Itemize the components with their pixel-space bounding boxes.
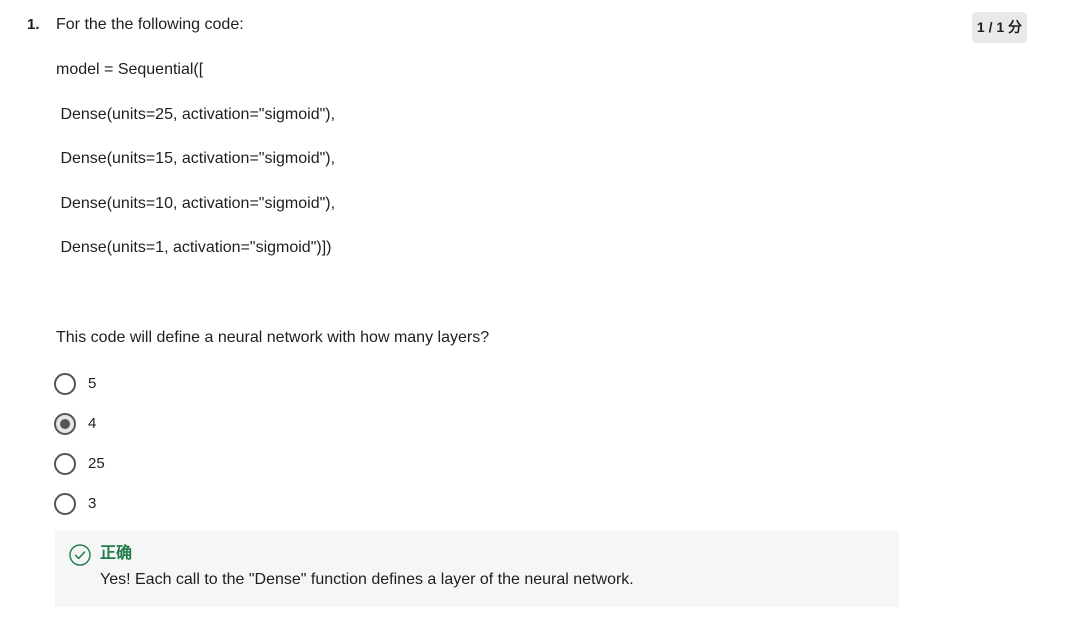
code-line: Dense(units=10, activation="sigmoid"), xyxy=(56,195,336,212)
code-line: Dense(units=1, activation="sigmoid")]) xyxy=(56,239,332,256)
question-prompt: This code will define a neural network w… xyxy=(56,329,490,346)
feedback-status: 正确 xyxy=(100,545,133,562)
answer-option[interactable]: 3 xyxy=(54,492,96,516)
question-number: 1. xyxy=(27,16,40,33)
option-label: 5 xyxy=(88,375,97,392)
check-circle-icon xyxy=(69,544,91,566)
answer-option[interactable]: 4 xyxy=(54,412,96,436)
answer-option[interactable]: 25 xyxy=(54,452,105,476)
option-label: 4 xyxy=(88,415,97,432)
score-badge: 1 / 1 分 xyxy=(972,12,1027,43)
feedback-panel: 正确 Yes! Each call to the "Dense" functio… xyxy=(55,531,899,607)
radio-button[interactable] xyxy=(54,493,76,515)
answer-option[interactable]: 5 xyxy=(54,372,96,396)
option-label: 25 xyxy=(88,455,105,472)
radio-button[interactable] xyxy=(54,453,76,475)
radio-dot xyxy=(60,419,70,429)
code-line: model = Sequential([ xyxy=(56,61,204,78)
code-line: Dense(units=15, activation="sigmoid"), xyxy=(56,150,336,167)
option-label: 3 xyxy=(88,495,97,512)
code-line: Dense(units=25, activation="sigmoid"), xyxy=(56,106,336,123)
radio-button-selected[interactable] xyxy=(54,413,76,435)
feedback-message: Yes! Each call to the "Dense" function d… xyxy=(100,571,634,588)
question-text: For the the following code: xyxy=(56,16,244,33)
radio-button[interactable] xyxy=(54,373,76,395)
